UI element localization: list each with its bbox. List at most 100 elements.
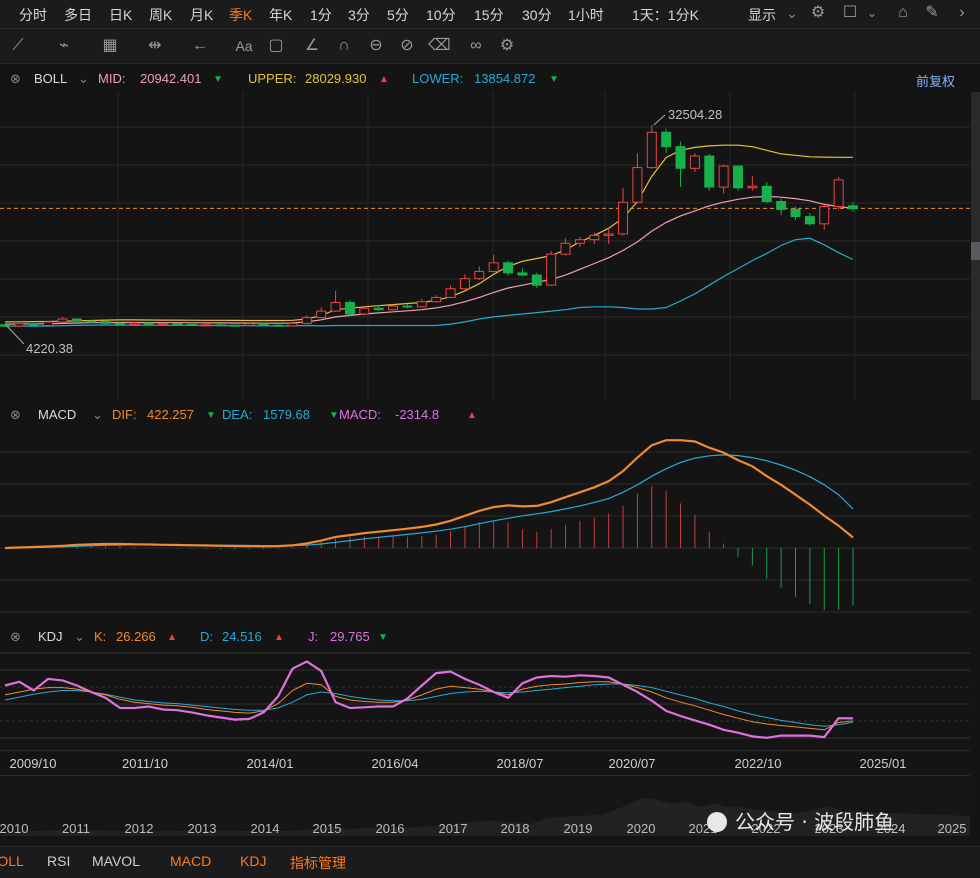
candle-body xyxy=(129,322,140,325)
period-tab[interactable]: 30分 xyxy=(522,5,552,25)
chevron-down-icon[interactable]: ⌄ xyxy=(862,4,882,22)
chevron-down-icon[interactable]: ⌄ xyxy=(74,629,85,645)
period-tab[interactable]: 分时 xyxy=(19,5,47,25)
macd-dea-line xyxy=(4,454,854,549)
candle-body xyxy=(215,324,226,327)
boll-name[interactable]: BOLL xyxy=(34,71,67,86)
kdj-name[interactable]: KDJ xyxy=(38,629,63,644)
comment-tool-icon[interactable]: ▢ xyxy=(266,37,286,55)
candle-body xyxy=(100,321,111,324)
boll-panel[interactable]: 32504.28 4220.38 xyxy=(0,92,970,400)
boll-mid-label: MID: xyxy=(98,71,126,86)
kdj-k-line xyxy=(4,681,854,731)
camera-icon[interactable]: ⌂ xyxy=(893,4,913,22)
candle-body xyxy=(603,233,614,236)
up-arrow-icon: ▲ xyxy=(467,410,477,421)
hide-icon[interactable]: ⊘ xyxy=(397,37,417,55)
arrow-tool-icon[interactable]: ← xyxy=(190,37,210,55)
boll-legend: ⊗ BOLL ⌄ MID: 20942.401 ▼ UPPER: 28029.9… xyxy=(0,66,980,90)
trendline-tool-icon[interactable]: ⟋ xyxy=(8,37,28,55)
text-tool-icon[interactable]: Aa xyxy=(234,37,254,55)
adjust-mode-button[interactable]: 前复权 xyxy=(916,71,955,90)
indicator-tab[interactable]: KDJ xyxy=(240,853,266,869)
period-tab[interactable]: 周K xyxy=(149,5,172,25)
candle-body xyxy=(661,131,672,148)
period-tab[interactable]: 3分 xyxy=(348,5,370,25)
display-menu[interactable]: 显示 xyxy=(748,5,776,25)
chevron-down-icon[interactable]: ⌄ xyxy=(786,5,798,22)
chevron-down-icon[interactable]: ⌄ xyxy=(78,71,89,87)
candle-body xyxy=(316,310,327,319)
indicator-tab[interactable]: RSI xyxy=(47,853,70,869)
period-tab[interactable]: 季K xyxy=(229,5,252,25)
settings-icon[interactable]: ⚙ xyxy=(497,37,517,55)
high-price-label: 32504.28 xyxy=(668,107,723,122)
period-tab[interactable]: 5分 xyxy=(387,5,409,25)
candle-body xyxy=(804,216,815,225)
indicator-tab[interactable]: BOLL xyxy=(0,853,24,869)
close-indicator-icon[interactable]: ⊗ xyxy=(10,71,21,87)
period-tab[interactable]: 月K xyxy=(190,5,213,25)
overview-navigator[interactable]: 2010 2011 2012 2013 2014 2015 2016 2017 2018 2019… xyxy=(0,775,970,836)
range-tool-icon[interactable]: ⇹ xyxy=(145,37,165,55)
up-arrow-icon: ▲ xyxy=(167,632,177,643)
trash-icon[interactable]: ⌫ xyxy=(428,37,451,55)
chevron-down-icon[interactable]: ⌄ xyxy=(92,407,103,423)
period-tab[interactable]: 1小时 xyxy=(568,5,604,25)
layout-icon[interactable]: ☐ xyxy=(840,4,860,22)
period-tab[interactable]: 15分 xyxy=(474,5,504,25)
overview-year-label: 2010 xyxy=(0,821,28,836)
link-icon[interactable]: ∞ xyxy=(466,37,486,55)
boll-lower-line xyxy=(4,237,854,327)
candle-body xyxy=(28,323,39,327)
macd-dif-value: 422.257 xyxy=(147,407,194,422)
period-tab[interactable]: 日K xyxy=(109,5,132,25)
indicator-tab[interactable]: 指标管理 xyxy=(290,853,346,873)
period-tab[interactable]: 多日 xyxy=(64,5,92,25)
line-tool-icon[interactable]: ∠ xyxy=(302,37,322,55)
candle-body xyxy=(244,323,255,327)
indicator-tab[interactable]: MACD xyxy=(170,853,211,869)
close-indicator-icon[interactable]: ⊗ xyxy=(10,407,21,423)
magnet-icon[interactable]: ∩ xyxy=(334,37,354,55)
candle-body xyxy=(790,208,801,218)
candle-body xyxy=(488,262,499,272)
candle-body xyxy=(733,165,744,189)
kdj-panel[interactable] xyxy=(0,648,970,750)
wave-tool-icon[interactable]: ⌁ xyxy=(54,37,74,55)
lock-icon[interactable]: ⊖ xyxy=(366,37,386,55)
indicator-tab[interactable]: MAVOL xyxy=(92,853,140,869)
macd-panel[interactable] xyxy=(0,428,970,624)
macd-name[interactable]: MACD xyxy=(38,407,76,422)
fibonacci-tool-icon[interactable]: ▦ xyxy=(100,37,120,55)
kdj-d-label: D: xyxy=(200,629,213,644)
candle-body xyxy=(704,155,715,188)
candle-body xyxy=(517,272,528,276)
wechat-icon xyxy=(707,812,727,832)
drawing-toolbar: ⟋ ⌁ ▦ ⇹ ← Aa ▢ ∠ ∩ ⊖ ⊘ ⌫ ∞ ⚙ xyxy=(0,29,980,64)
up-arrow-icon: ▲ xyxy=(274,632,284,643)
period-tab[interactable]: 10分 xyxy=(426,5,456,25)
kdj-k-label: K: xyxy=(94,629,107,644)
period-tab[interactable]: 1分 xyxy=(310,5,332,25)
candle-body xyxy=(833,179,844,208)
price-scrollbar[interactable] xyxy=(971,92,980,400)
candle-body xyxy=(14,323,25,327)
candle-body xyxy=(373,307,384,311)
period-toolbar: 日分时多日日K周K月K季K年K1分3分5分10分15分30分1小时1天：1分K … xyxy=(0,0,980,29)
close-indicator-icon[interactable]: ⊗ xyxy=(10,629,21,645)
candle-body xyxy=(459,278,470,290)
pen-icon[interactable]: ✎ xyxy=(922,4,942,22)
kdj-d-value: 24.516 xyxy=(222,629,262,644)
period-tab[interactable]: 1天：1分K xyxy=(632,5,699,25)
more-icon[interactable]: › xyxy=(952,4,972,22)
overview-year-label: 2019 xyxy=(564,821,593,836)
gear-icon[interactable]: ⚙ xyxy=(808,4,828,22)
candle-body xyxy=(632,167,643,203)
candle-body xyxy=(718,165,729,188)
candle-body xyxy=(258,323,269,326)
period-tab[interactable]: 年K xyxy=(269,5,292,25)
candle-body xyxy=(761,185,772,202)
scroll-thumb[interactable] xyxy=(971,242,980,260)
kdj-d-line xyxy=(4,683,854,727)
